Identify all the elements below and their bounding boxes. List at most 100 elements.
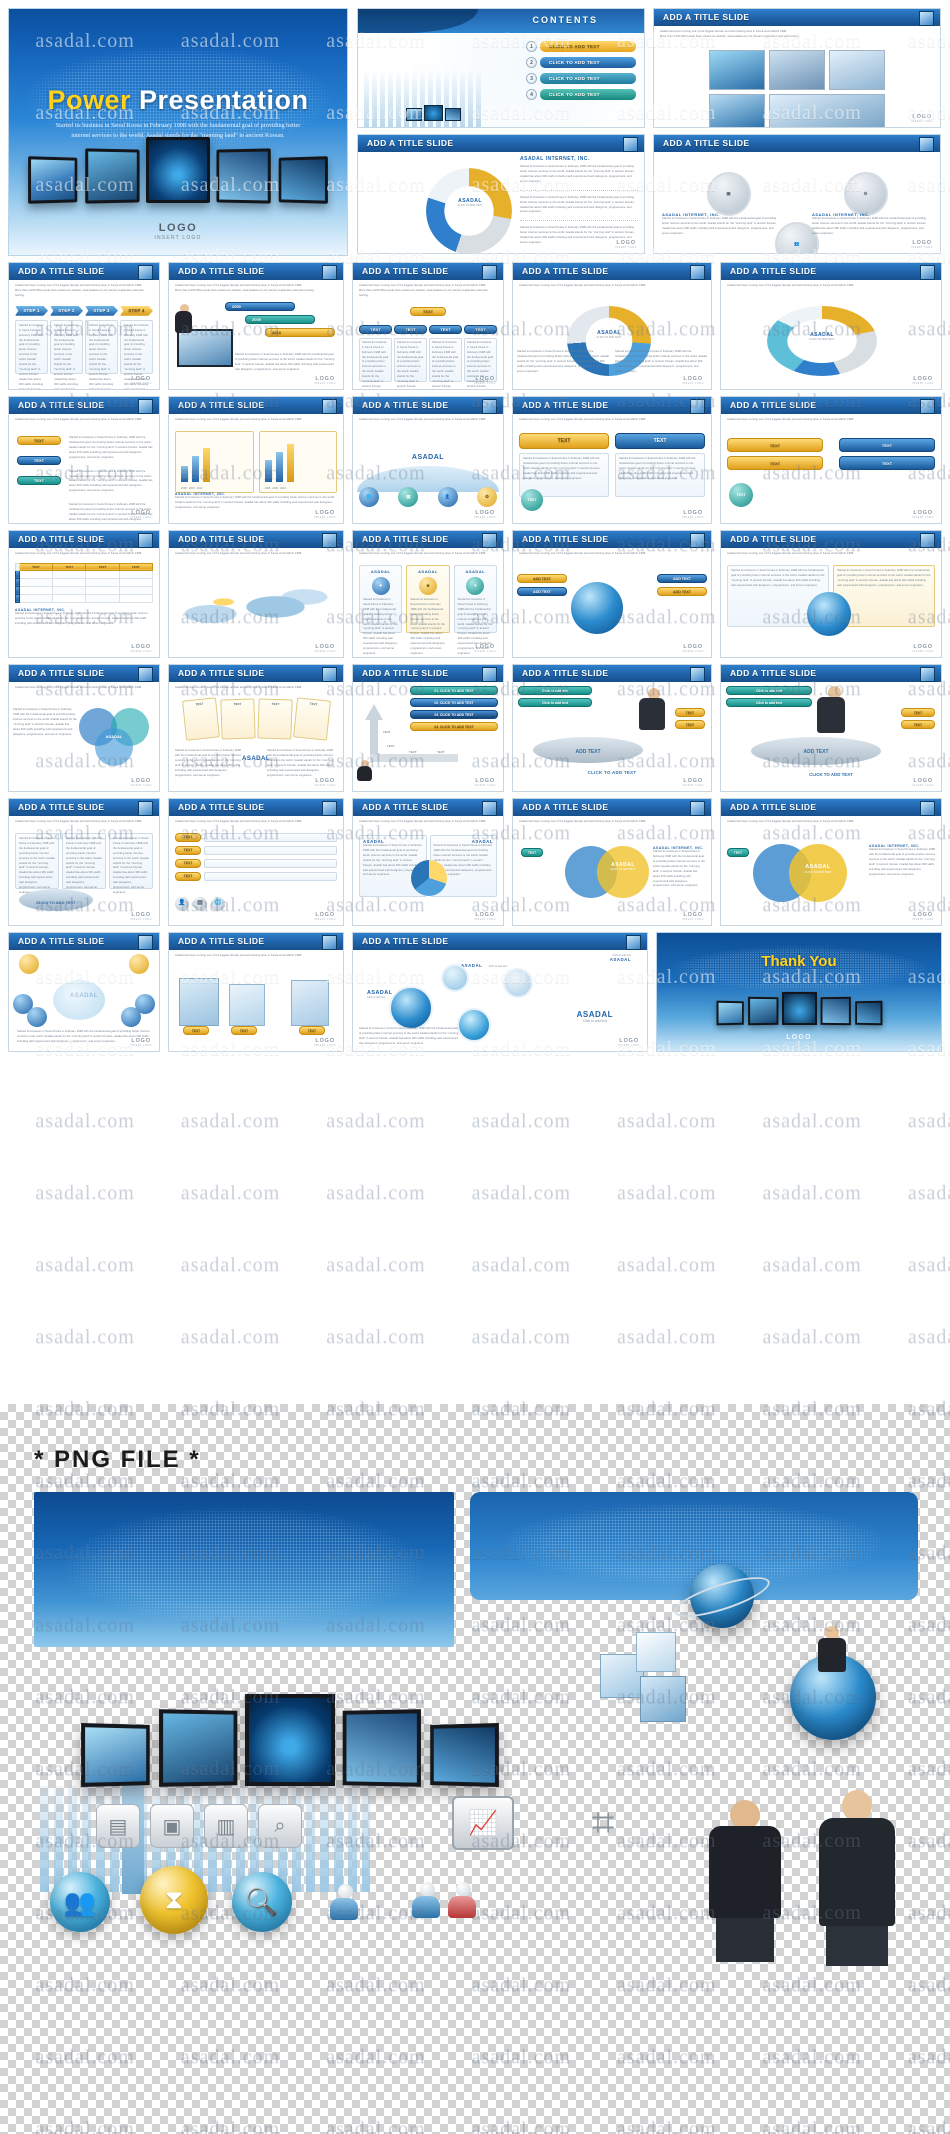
slide-card[interactable]: ADD A TITLE SLIDE Asadal has been runnin… <box>720 530 942 658</box>
gear-node-icon[interactable]: ⚙ <box>476 487 497 507</box>
thank-you-slide[interactable]: Thank You LOGO INSERT LOGO <box>656 932 942 1052</box>
add-text-button[interactable]: ADD TEXT <box>517 587 567 596</box>
org-node[interactable]: TEXT <box>429 324 462 334</box>
avatar[interactable] <box>330 1884 360 1924</box>
slide-logo[interactable]: LOGO INSERT LOGO <box>618 1038 640 1047</box>
slide-card[interactable]: ADD A TITLE SLIDE Asadal has been runnin… <box>512 262 712 390</box>
slide-logo[interactable]: LOGO INSERT LOGO <box>912 912 934 921</box>
user-card-icon[interactable]: ▤ <box>96 1804 140 1848</box>
slide-card[interactable]: ADD A TITLE SLIDE Asadal has been runnin… <box>720 262 942 390</box>
people-node-icon[interactable]: 👤 <box>437 487 458 507</box>
list-row[interactable]: TEXT <box>175 871 337 881</box>
slide-logo[interactable]: LOGO INSERT LOGO <box>314 376 336 385</box>
slide-logo[interactable]: LOGO INSERT LOGO <box>911 114 933 123</box>
document-icon[interactable]: ▥ <box>204 1804 248 1848</box>
card[interactable]: ASADAL ★ Started its business in Seoul K… <box>406 564 450 655</box>
slide-card[interactable]: ADD A TITLE SLIDE Asadal has been runnin… <box>512 530 712 658</box>
slide-card[interactable]: ADD A TITLE SLIDE Click to add text Clic… <box>720 664 942 792</box>
card[interactable]: ASADAL ✧ Started its business in Seoul K… <box>453 564 497 655</box>
slide-logo[interactable]: LOGO INSERT LOGO <box>130 912 152 921</box>
list-item[interactable]: 4 CLICK TO ADD TEXT <box>526 89 636 100</box>
slide-card[interactable]: ADD A TITLE SLIDE Asadal has been runnin… <box>352 530 504 658</box>
slide-logo[interactable]: LOGO INSERT LOGO <box>314 1038 336 1047</box>
slide-card[interactable]: ADD A TITLE SLIDE ASADAL CLICK TO ADD TE… <box>357 134 645 254</box>
slide-logo[interactable]: LOGO INSERT LOGO <box>682 778 704 787</box>
slide-logo[interactable]: LOGO INSERT LOGO <box>474 644 496 653</box>
tag-button[interactable]: TEXT <box>727 456 823 470</box>
tag-chip[interactable]: TEXT <box>183 1026 209 1035</box>
tag-chip[interactable]: TEXT <box>521 848 543 857</box>
globe-icon[interactable]: 🌐 <box>211 897 225 911</box>
slide-logo[interactable]: LOGO INSERT LOGO <box>314 644 336 653</box>
people-orb-icon[interactable]: 👥 <box>50 1872 110 1932</box>
avatar[interactable] <box>448 1882 478 1922</box>
chart-node-icon[interactable]: ▤ <box>398 487 419 507</box>
list-row[interactable]: TEXT <box>175 845 337 855</box>
slide-logo[interactable]: LOGO INSERT LOGO <box>911 240 933 249</box>
slide-logo[interactable]: LOGO INSERT LOGO <box>912 644 934 653</box>
note-card[interactable]: Started its business in Seoul Korea in F… <box>62 832 106 894</box>
tag-chip[interactable]: TEXT <box>17 436 61 445</box>
slide-logo[interactable]: LOGO INSERT LOGO <box>314 778 336 787</box>
fan-card[interactable]: TEXT <box>181 697 220 741</box>
globe-stand-icon[interactable]: ⌗ <box>574 1794 632 1852</box>
monitor-icon[interactable]: ▣ <box>150 1804 194 1848</box>
slide-logo[interactable]: LOGO INSERT LOGO <box>130 376 152 385</box>
tag-button[interactable]: TEXT <box>519 432 609 449</box>
slide-card[interactable]: ADD A TITLE SLIDE Asadal has been runnin… <box>168 396 344 524</box>
hub-node[interactable] <box>19 954 39 974</box>
slide-card[interactable]: ADD A TITLE SLIDE Asadal has been runnin… <box>8 262 160 390</box>
slide-card[interactable]: ADD A TITLE SLIDE Asadal has been runnin… <box>168 798 344 926</box>
tag-chip[interactable]: TEXT <box>675 708 705 717</box>
slide-card[interactable]: ADD A TITLE SLIDE Asadal has been runnin… <box>352 798 504 926</box>
slide-card[interactable]: ADD A TITLE SLIDE ASADAL Click to add te… <box>352 932 648 1052</box>
add-text-button[interactable]: ADD TEXT <box>517 574 567 583</box>
hero-logo-placeholder[interactable]: LOGO INSERT LOGO <box>9 222 347 241</box>
slide-card[interactable]: ADD A TITLE SLIDE Asadal has been runnin… <box>512 396 712 524</box>
slide-card[interactable]: ADD A TITLE SLIDE Asadal has been runnin… <box>352 262 504 390</box>
bullet-button[interactable]: Click to add text <box>518 686 592 695</box>
slide-card[interactable]: ADD A TITLE SLIDE Asadal has been runnin… <box>720 396 942 524</box>
note-card[interactable]: Started its business in Seoul Korea in F… <box>15 832 59 894</box>
slide-logo[interactable]: LOGO INSERT LOGO <box>912 376 934 385</box>
timeline-node-2000[interactable]: 2000 <box>225 302 295 311</box>
contents-slide[interactable]: CONTENTS 1 CLICK TO ADD TEXT 2 CLICK TO … <box>357 8 645 128</box>
timeline-node-2005[interactable]: 2005 <box>245 315 315 324</box>
bullet-button[interactable]: Click to add text <box>726 686 812 695</box>
magnifier-icon[interactable]: ⌕ <box>258 1804 302 1848</box>
slide-card[interactable]: ADD A TITLE SLIDE Asadal has been runnin… <box>168 530 344 658</box>
org-node[interactable]: TEXT <box>359 324 392 334</box>
slide-card[interactable]: ADD A TITLE SLIDE Asadal has been runnin… <box>168 932 344 1052</box>
globe-node-icon[interactable]: 🌐 <box>359 487 379 507</box>
thank-you-logo[interactable]: LOGO INSERT LOGO <box>657 1034 941 1045</box>
numbered-button-03[interactable]: 03. CLICK TO ADD TEXT <box>410 710 498 719</box>
slide-card[interactable]: ADD A TITLE SLIDE Asadal has been runnin… <box>8 798 160 926</box>
hub-node[interactable] <box>121 1007 141 1027</box>
slide-card[interactable]: ADD A TITLE SLIDE Asadal has been runnin… <box>8 664 160 792</box>
slide-logo[interactable]: LOGO INSERT LOGO <box>314 510 336 519</box>
numbered-button-01[interactable]: 01. CLICK TO ADD TEXT <box>410 686 498 695</box>
teal-badge[interactable]: TEXT <box>521 489 543 511</box>
org-node[interactable]: TEXT <box>394 324 427 334</box>
tag-button[interactable]: TEXT <box>615 432 705 449</box>
slide-logo[interactable]: LOGO INSERT LOGO <box>130 644 152 653</box>
slide-logo[interactable]: LOGO INSERT LOGO <box>682 644 704 653</box>
tag-button[interactable]: TEXT <box>727 438 823 452</box>
slide-card[interactable]: ADD A TITLE SLIDE Asadal has been runnin… <box>8 396 160 524</box>
tag-chip[interactable]: TEXT <box>675 720 705 729</box>
slide-logo[interactable]: LOGO INSERT LOGO <box>615 240 637 249</box>
fan-card[interactable]: TEXT <box>292 697 331 741</box>
chart-icon[interactable]: ▤ <box>193 897 207 911</box>
step-chevron-1[interactable]: STEP 1 <box>15 305 48 316</box>
slide-card[interactable]: ADD A TITLE SLIDE ▣ ⚙ 👥 ASADAL INTERNET,… <box>653 134 941 254</box>
slide-card[interactable]: ADD A TITLE SLIDE Asadal has been runnin… <box>168 664 344 792</box>
slide-logo[interactable]: LOGO INSERT LOGO <box>682 510 704 519</box>
add-text-button[interactable]: ADD TEXT <box>657 574 707 583</box>
slide-logo[interactable]: LOGO INSERT LOGO <box>682 912 704 921</box>
slide-card[interactable]: ADD A TITLE SLIDE Asadal has been runnin… <box>168 262 344 390</box>
avatar[interactable] <box>412 1882 442 1922</box>
fan-card[interactable]: TEXT <box>256 698 293 740</box>
list-item[interactable]: 1 CLICK TO ADD TEXT <box>526 41 636 52</box>
hourglass-orb-icon[interactable]: ⧗ <box>140 1866 208 1934</box>
list-row[interactable]: TEXT <box>175 858 337 868</box>
